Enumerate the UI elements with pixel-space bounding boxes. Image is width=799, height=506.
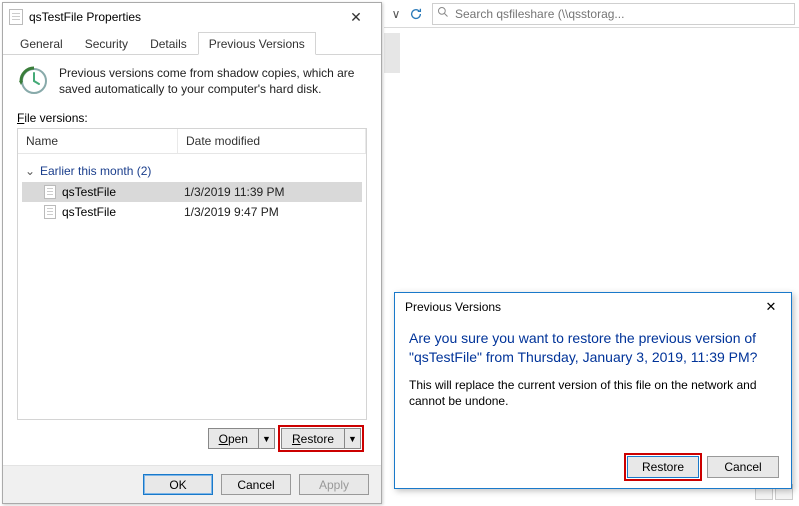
chevron-down-icon: ⌄ bbox=[24, 164, 36, 178]
file-icon bbox=[44, 185, 56, 199]
explorer-content-stub bbox=[384, 33, 400, 73]
list-header: Name Date modified bbox=[18, 129, 366, 154]
refresh-icon[interactable] bbox=[406, 4, 426, 24]
tab-details[interactable]: Details bbox=[139, 32, 198, 54]
close-icon[interactable]: ✕ bbox=[337, 5, 375, 29]
dialog-buttons: OK Cancel Apply bbox=[3, 465, 381, 503]
group-label: Earlier this month (2) bbox=[40, 164, 151, 178]
confirm-restore-dialog: Previous Versions ✕ Are you sure you wan… bbox=[394, 292, 792, 489]
open-button-label[interactable]: Open bbox=[208, 428, 259, 449]
file-versions-label: File versions: bbox=[17, 111, 367, 125]
close-icon[interactable]: ✕ bbox=[755, 296, 787, 318]
tab-general[interactable]: General bbox=[9, 32, 74, 54]
tab-security[interactable]: Security bbox=[74, 32, 139, 54]
group-earlier-this-month[interactable]: ⌄ Earlier this month (2) bbox=[24, 164, 360, 178]
confirm-warning: This will replace the current version of… bbox=[409, 377, 777, 409]
list-item[interactable]: qsTestFile 1/3/2019 9:47 PM bbox=[22, 202, 362, 222]
row-date: 1/3/2019 9:47 PM bbox=[184, 205, 279, 219]
list-item[interactable]: qsTestFile 1/3/2019 11:39 PM bbox=[22, 182, 362, 202]
confirm-buttons: Restore Cancel bbox=[395, 448, 791, 488]
search-icon bbox=[437, 6, 449, 21]
row-name: qsTestFile bbox=[62, 185, 184, 199]
intro-row: Previous versions come from shadow copie… bbox=[17, 65, 367, 97]
open-dropdown[interactable]: ▼ bbox=[259, 428, 275, 449]
file-icon bbox=[44, 205, 56, 219]
apply-button[interactable]: Apply bbox=[299, 474, 369, 495]
confirm-restore-button[interactable]: Restore bbox=[627, 456, 699, 478]
row-name: qsTestFile bbox=[62, 205, 184, 219]
titlebar: qsTestFile Properties ✕ bbox=[3, 3, 381, 31]
cancel-button[interactable]: Cancel bbox=[221, 474, 291, 495]
tab-body: Previous versions come from shadow copie… bbox=[3, 55, 381, 465]
restore-button-label[interactable]: Restore bbox=[281, 428, 345, 449]
version-action-buttons: Open ▼ Restore ▼ bbox=[17, 420, 367, 457]
row-date: 1/3/2019 11:39 PM bbox=[184, 185, 285, 199]
confirm-titlebar: Previous Versions ✕ bbox=[395, 293, 791, 321]
properties-dialog: qsTestFile Properties ✕ General Security… bbox=[2, 2, 382, 504]
confirm-cancel-button[interactable]: Cancel bbox=[707, 456, 779, 478]
restore-button[interactable]: Restore ▼ bbox=[281, 428, 361, 449]
search-input[interactable] bbox=[453, 6, 790, 22]
search-input-container[interactable] bbox=[432, 3, 795, 25]
history-clock-icon bbox=[17, 65, 49, 97]
file-icon bbox=[9, 9, 23, 25]
column-date[interactable]: Date modified bbox=[178, 129, 366, 153]
tab-strip: General Security Details Previous Versio… bbox=[3, 31, 381, 55]
confirm-question: Are you sure you want to restore the pre… bbox=[409, 329, 777, 367]
list-rows: ⌄ Earlier this month (2) qsTestFile 1/3/… bbox=[18, 154, 366, 226]
confirm-body: Are you sure you want to restore the pre… bbox=[395, 321, 791, 448]
open-button[interactable]: Open ▼ bbox=[208, 428, 275, 449]
column-name[interactable]: Name bbox=[18, 129, 178, 153]
ok-button[interactable]: OK bbox=[143, 474, 213, 495]
confirm-title: Previous Versions bbox=[405, 300, 755, 314]
intro-text: Previous versions come from shadow copie… bbox=[59, 65, 367, 97]
address-dropdown[interactable]: ∨ bbox=[388, 7, 404, 21]
window-title: qsTestFile Properties bbox=[29, 10, 337, 24]
explorer-address-bar: ∨ bbox=[384, 0, 799, 28]
tab-previous-versions[interactable]: Previous Versions bbox=[198, 32, 316, 55]
restore-dropdown[interactable]: ▼ bbox=[345, 428, 361, 449]
versions-list: Name Date modified ⌄ Earlier this month … bbox=[17, 128, 367, 420]
